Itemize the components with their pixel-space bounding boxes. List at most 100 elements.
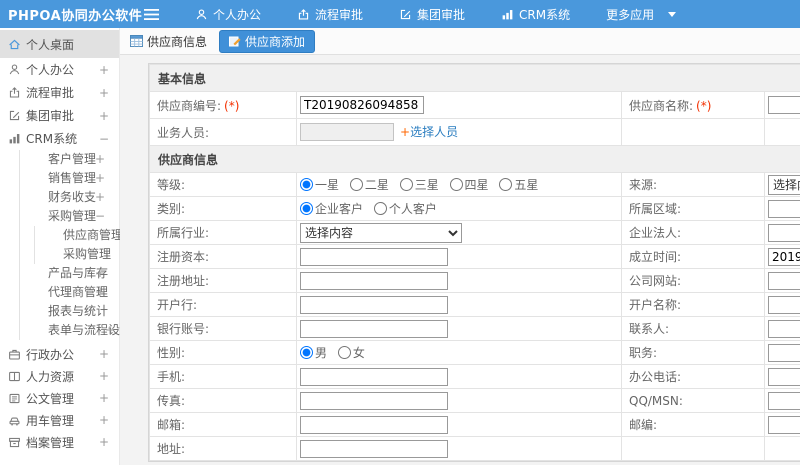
section-title: 基本信息 <box>158 71 207 86</box>
expand-toggle[interactable]: + <box>99 413 109 427</box>
radio-option[interactable]: 二星 <box>349 178 389 192</box>
expand-toggle[interactable]: + <box>99 391 109 405</box>
email-input[interactable] <box>300 415 448 434</box>
tab-supplier-info[interactable]: 供应商信息 <box>130 33 207 50</box>
nav-item-personal-office[interactable]: 个人办公 <box>195 6 261 23</box>
nav-item-crm-system[interactable]: CRM系统 <box>501 6 570 23</box>
expand-toggle[interactable]: − <box>95 207 105 226</box>
sidebar-item-form-workflow-settings[interactable]: 表单与流程设置 + <box>20 321 132 340</box>
bank-account-input[interactable] <box>300 319 448 338</box>
founded-date-input[interactable] <box>768 247 800 266</box>
sidebar-item-customer-management[interactable]: 客户管理 + <box>20 150 119 169</box>
form-row: 供应商编号:(*) 供应商名称:(*) <box>149 91 800 119</box>
sidebar-item-workflow-approval[interactable]: 流程审批 + <box>0 81 119 104</box>
expand-toggle[interactable]: + <box>95 188 105 207</box>
radio-option[interactable]: 五星 <box>499 178 538 192</box>
supplier-name-input[interactable] <box>768 96 800 114</box>
expand-toggle[interactable]: + <box>99 369 109 383</box>
sidebar-item-document-management[interactable]: 公文管理 + <box>0 387 119 409</box>
expand-toggle[interactable]: + <box>105 321 115 340</box>
category-radio[interactable] <box>300 202 313 215</box>
website-input[interactable] <box>768 271 800 290</box>
sidebar-item-sales-management[interactable]: 销售管理 + <box>20 169 119 188</box>
sidebar-item-purchase-management[interactable]: 采购管理 − <box>20 207 119 226</box>
nav-item-more-apps[interactable]: 更多应用 <box>606 6 677 23</box>
legal-person-input[interactable] <box>768 223 800 242</box>
sidebar-item-purchasing[interactable]: 采购管理 <box>35 245 119 264</box>
form-row: 注册资本: 成立时间: <box>149 244 800 269</box>
grade-radio[interactable] <box>399 178 413 191</box>
sidebar-item-personal-desktop[interactable]: 个人桌面 <box>0 30 119 58</box>
sidebar-item-archive-management[interactable]: 档案管理 + <box>0 431 119 453</box>
sidebar-item-finance[interactable]: 财务收支 + <box>20 188 119 207</box>
crm-submenu: 客户管理 + 销售管理 + 财务收支 + 采购管理 − 供应商管理 采购管理 产… <box>19 150 132 340</box>
zip-input[interactable] <box>768 415 800 434</box>
grade-radio[interactable] <box>499 178 513 191</box>
expand-toggle[interactable]: + <box>95 150 105 169</box>
grade-radio[interactable] <box>449 178 463 191</box>
expand-toggle[interactable]: + <box>99 63 109 77</box>
source-select[interactable]: 选择内容 <box>768 174 800 195</box>
expand-toggle[interactable]: + <box>99 435 109 449</box>
address-input[interactable] <box>300 439 448 458</box>
expand-toggle[interactable]: + <box>99 109 109 123</box>
radio-option[interactable]: 个人客户 <box>373 202 437 216</box>
grade-radio[interactable] <box>349 178 363 191</box>
select-staff-link[interactable]: +选择人员 <box>400 125 458 139</box>
radio-option[interactable]: 三星 <box>399 178 439 192</box>
radio-option[interactable]: 企业客户 <box>300 202 363 216</box>
sidebar-item-label: 销售管理 <box>48 171 97 185</box>
field-label: 办公电话: <box>629 370 682 384</box>
mobile-input[interactable] <box>300 367 448 386</box>
field-label: 性别: <box>157 346 186 360</box>
expand-toggle[interactable]: − <box>99 132 109 146</box>
grade-radio-group: 一星 二星 三星 四星 五星 <box>296 172 622 197</box>
contact-input[interactable] <box>768 319 800 338</box>
gender-radio[interactable] <box>337 346 351 359</box>
tab-supplier-add[interactable]: 供应商添加 <box>219 29 316 53</box>
expand-toggle[interactable]: + <box>95 283 105 302</box>
nav-item-workflow-approval[interactable]: 流程审批 <box>297 6 363 23</box>
nav-item-group-approval[interactable]: 集团审批 <box>399 6 465 23</box>
registered-capital-input[interactable] <box>300 247 448 266</box>
sidebar-item-label: 公文管理 <box>26 391 75 406</box>
supplier-no-input[interactable] <box>300 96 424 114</box>
gender-radio[interactable] <box>300 346 313 359</box>
radio-option[interactable]: 女 <box>337 346 365 360</box>
field-label: 成立时间: <box>629 250 682 264</box>
position-input[interactable] <box>768 343 800 362</box>
expand-toggle[interactable]: + <box>99 86 109 100</box>
grade-radio[interactable] <box>300 178 313 191</box>
sidebar-item-supplier-management[interactable]: 供应商管理 <box>35 226 123 245</box>
sidebar-item-reports-statistics[interactable]: 报表与统计 <box>20 302 119 321</box>
qq-msn-input[interactable] <box>768 391 800 410</box>
sidebar-item-administration[interactable]: 行政办公 + <box>0 343 119 365</box>
radio-option[interactable]: 一星 <box>300 178 339 192</box>
expand-toggle[interactable]: + <box>99 347 109 361</box>
sidebar-item-agent-management[interactable]: 代理商管理 + <box>20 283 119 302</box>
account-name-input[interactable] <box>768 295 800 314</box>
registered-address-input[interactable] <box>300 271 448 290</box>
expand-toggle[interactable]: + <box>95 264 105 283</box>
fax-input[interactable] <box>300 391 448 410</box>
radio-option[interactable]: 四星 <box>449 178 489 192</box>
sidebar-item-personal-office[interactable]: 个人办公 + <box>0 58 119 81</box>
top-navbar: PHPOA协同办公软件 个人办公 流程审批 集团审批 CRM系统 更多应用 <box>0 0 800 28</box>
sidebar-toggle-button[interactable] <box>144 5 159 24</box>
expand-toggle[interactable]: + <box>95 169 105 188</box>
sidebar-item-group-approval[interactable]: 集团审批 + <box>0 104 119 127</box>
sidebar-item-human-resources[interactable]: 人力资源 + <box>0 365 119 387</box>
sidebar-item-vehicle-management[interactable]: 用车管理 + <box>0 409 119 431</box>
radio-option[interactable]: 男 <box>300 346 327 360</box>
region-input[interactable] <box>768 199 800 218</box>
bank-input[interactable] <box>300 295 448 314</box>
menu-icon <box>144 5 159 24</box>
user-icon <box>8 63 21 76</box>
nav-item-label: 更多应用 <box>606 7 655 22</box>
staff-input[interactable] <box>300 123 394 142</box>
industry-select[interactable]: 选择内容 <box>300 222 462 243</box>
office-phone-input[interactable] <box>768 367 800 386</box>
sidebar-item-crm-system[interactable]: CRM系统 − <box>0 127 119 150</box>
sidebar-item-product-inventory[interactable]: 产品与库存 + <box>20 264 119 283</box>
category-radio[interactable] <box>373 202 387 215</box>
